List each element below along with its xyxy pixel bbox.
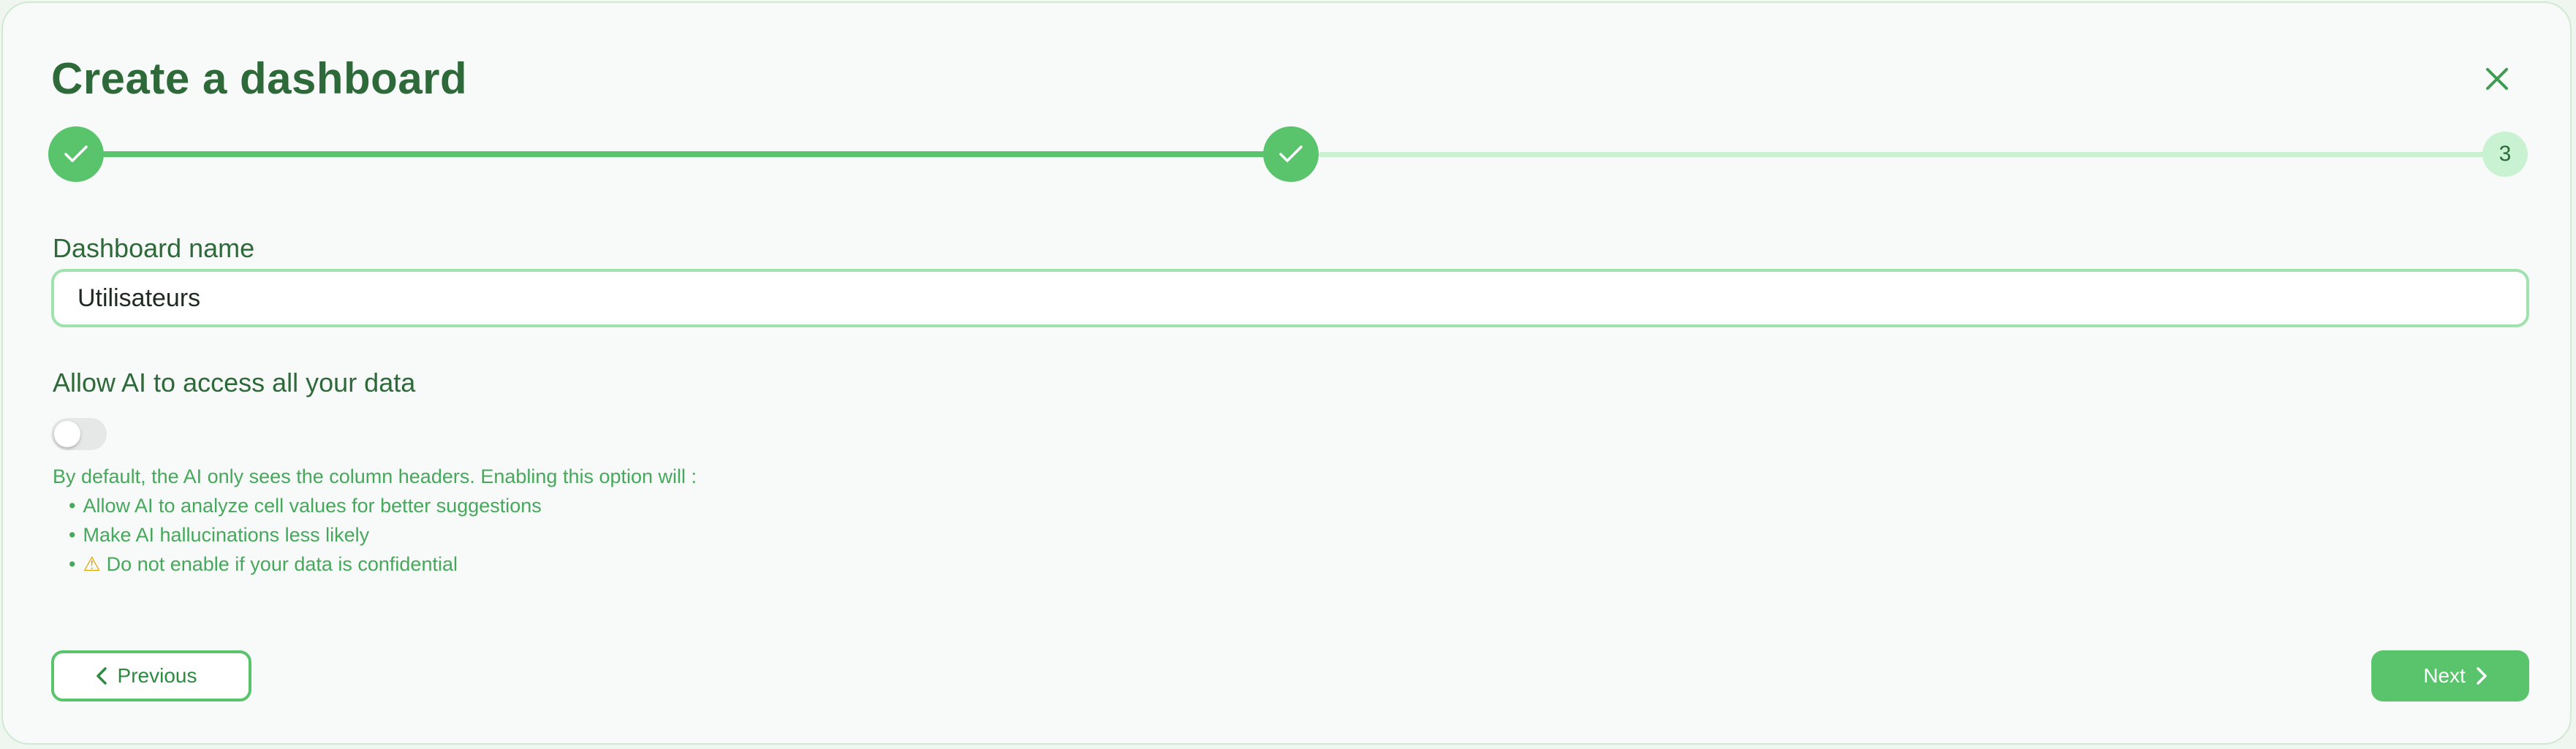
step-2-complete (1263, 126, 1319, 182)
previous-button[interactable]: Previous (51, 650, 251, 702)
help-item: Make AI hallucinations less likely (69, 520, 697, 550)
next-button-label: Next (2423, 664, 2466, 687)
check-icon (1279, 145, 1303, 162)
stepper-progress-remaining (1319, 152, 2488, 157)
step-3-number: 3 (2499, 142, 2512, 166)
help-intro: By default, the AI only sees the column … (53, 465, 697, 487)
close-button[interactable] (2478, 60, 2516, 98)
ai-access-toggle[interactable] (51, 418, 107, 450)
ai-access-label: Allow AI to access all your data (53, 368, 416, 398)
check-icon (64, 145, 88, 162)
stepper-progress-complete (79, 151, 1292, 157)
warning-icon: ⚠ (83, 553, 101, 575)
help-item: Allow AI to analyze cell values for bett… (69, 491, 697, 520)
ai-help-text: By default, the AI only sees the column … (53, 462, 697, 579)
dashboard-name-label: Dashboard name (53, 233, 255, 263)
chevron-left-icon (96, 667, 107, 685)
step-1-complete (48, 126, 104, 182)
previous-button-label: Previous (117, 664, 197, 687)
dashboard-name-input[interactable] (51, 269, 2529, 327)
dialog-title: Create a dashboard (51, 54, 468, 103)
step-3-pending: 3 (2482, 132, 2528, 177)
create-dashboard-dialog: Create a dashboard 3 Dashboard name Allo… (1, 1, 2572, 745)
help-list: Allow AI to analyze cell values for bett… (53, 491, 697, 579)
chevron-right-icon (2477, 667, 2487, 685)
toggle-knob (54, 421, 80, 447)
help-item-warning: ⚠Do not enable if your data is confident… (69, 550, 697, 579)
close-icon (2486, 68, 2508, 90)
next-button[interactable]: Next (2371, 650, 2529, 702)
